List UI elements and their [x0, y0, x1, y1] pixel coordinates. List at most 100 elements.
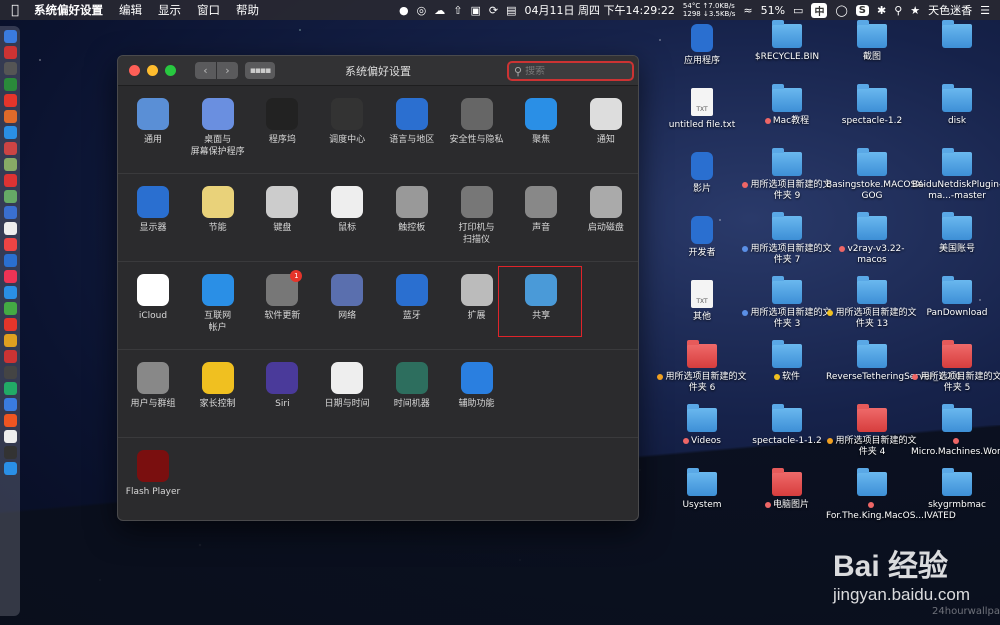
pref-pane-printer[interactable]: 打印机与 扫描仪 — [445, 186, 509, 246]
dock-app-icon[interactable] — [3, 46, 17, 59]
dock-app-icon[interactable] — [3, 430, 17, 443]
desktop-icon[interactable]: spectacle-1.2 — [826, 84, 918, 127]
control-icon[interactable]: ◯ — [835, 4, 847, 17]
search-field[interactable]: ⚲ — [507, 61, 634, 81]
pref-pane-house-lock[interactable]: 安全性与隐私 — [445, 98, 509, 146]
pref-pane-speaker[interactable]: 声音 — [509, 186, 573, 234]
calendar-icon[interactable]: ▤ — [506, 4, 516, 17]
desktop-icon[interactable]: 美国账号 — [911, 212, 1000, 255]
menu-edit[interactable]: 编辑 — [111, 2, 150, 18]
dock-app-icon[interactable] — [3, 302, 17, 315]
apple-menu-icon[interactable]:  — [0, 3, 30, 18]
dock-app-icon[interactable] — [3, 222, 17, 235]
pref-pane-mouse[interactable]: 鼠标 — [315, 186, 379, 234]
desktop-icon[interactable]: 用所选项目新建的文件夹 4 — [826, 404, 918, 458]
dock-app-icon[interactable] — [3, 446, 17, 459]
desktop-icon[interactable]: spectacle-1-1.2 — [741, 404, 833, 447]
desktop-icon[interactable]: $RECYCLE.BIN — [741, 20, 833, 63]
dock-app-icon[interactable] — [3, 126, 17, 139]
spotlight-icon[interactable]: ⚲ — [894, 4, 902, 17]
desktop-icon[interactable]: 开发者 — [656, 216, 748, 259]
pref-pane-accessibility[interactable]: 辅助功能 — [445, 362, 509, 410]
dock-app-icon[interactable] — [3, 270, 17, 283]
pref-pane-bluetooth[interactable]: 蓝牙 — [380, 274, 444, 322]
pref-pane-at[interactable]: 互联网 帐户 — [186, 274, 250, 334]
desktop-icon[interactable]: 截图 — [826, 20, 918, 63]
battery-percent[interactable]: 51% — [761, 4, 785, 17]
desktop-icon[interactable]: PanDownload — [911, 276, 1000, 319]
pref-pane-siri[interactable]: Siri — [250, 362, 314, 410]
menu-app-name[interactable]: 系统偏好设置 — [30, 2, 111, 18]
pref-pane-disk[interactable]: 启动磁盘 — [574, 186, 638, 234]
dock-app-icon[interactable] — [3, 158, 17, 171]
dock-app-icon[interactable] — [3, 398, 17, 411]
dock-app-icon[interactable] — [3, 286, 17, 299]
close-button[interactable] — [129, 65, 140, 76]
pref-pane-flash[interactable]: Flash Player — [121, 450, 185, 498]
display-mirror-icon[interactable]: ▣ — [470, 4, 480, 17]
pref-pane-clock[interactable]: 日期与时间 — [315, 362, 379, 410]
desktop-icon[interactable]: 用所选项目新建的文件夹 13 — [826, 276, 918, 330]
pref-pane-flag[interactable]: 语言与地区 — [380, 98, 444, 146]
pref-pane-notification[interactable]: 通知 — [574, 98, 638, 146]
datetime[interactable]: 04月11日 周四 下午14:29:22 — [525, 2, 675, 18]
s-icon[interactable]: S — [855, 4, 869, 16]
desktop-icon[interactable]: For.The.King.MacOS...IVATED — [826, 468, 956, 522]
pref-pane-time-machine[interactable]: 时间机器 — [380, 362, 444, 410]
dock-app-icon[interactable] — [3, 462, 17, 475]
pref-pane-desktop[interactable]: 桌面与 屏幕保护程序 — [186, 98, 250, 158]
pref-pane-parental[interactable]: 家长控制 — [186, 362, 250, 410]
dock-app-icon[interactable] — [3, 206, 17, 219]
desktop-icon[interactable]: TXT untitled file.txt — [656, 88, 748, 131]
dock-app-icon[interactable] — [3, 110, 17, 123]
dock-app-icon[interactable] — [3, 350, 17, 363]
dock-app-icon[interactable] — [3, 190, 17, 203]
dock-app-icon[interactable] — [3, 78, 17, 91]
pref-pane-users[interactable]: 用户与群组 — [121, 362, 185, 410]
desktop-icon[interactable]: TXT 其他 — [656, 280, 748, 323]
pref-pane-gear[interactable]: 1 软件更新 — [250, 270, 314, 322]
pref-pane-icloud[interactable]: iCloud — [121, 274, 185, 322]
dock-app-icon[interactable] — [3, 94, 17, 107]
menu-window[interactable]: 窗口 — [189, 2, 228, 18]
desktop-icon[interactable]: 用所选项目新建的文件夹 9 — [741, 148, 833, 202]
desktop-icon[interactable]: 应用程序 — [656, 24, 748, 67]
forward-button[interactable]: › — [217, 62, 238, 79]
cloud-icon[interactable]: ☁ — [434, 4, 445, 17]
dock-app-icon[interactable] — [3, 334, 17, 347]
wifi-icon[interactable]: ≈ — [743, 4, 752, 17]
dock-app-icon[interactable] — [3, 62, 17, 75]
dock-app-icon[interactable] — [3, 318, 17, 331]
system-monitor[interactable]: 54°C ↑7.0KB/s 1298 ↓3.5KB/s — [683, 2, 735, 18]
pref-pane-keyboard[interactable]: 键盘 — [250, 186, 314, 234]
desktop-icon[interactable]: Basingstoke.MACOSX-GOG — [826, 148, 925, 202]
desktop-icon[interactable]: disk — [911, 84, 1000, 127]
desktop-icon[interactable]: 用所选项目新建的文件夹 6 — [656, 340, 748, 394]
desktop-icon[interactable]: Videos — [656, 404, 748, 447]
desktop-icon[interactable]: 用所选项目新建的文件夹 7 — [741, 212, 833, 266]
search-input[interactable] — [525, 65, 626, 77]
desktop-icon[interactable]: skygrmbmac — [911, 468, 1000, 511]
compass-icon[interactable]: ◎ — [417, 4, 427, 17]
desktop-icon[interactable]: BaiduNetdiskPlugin-ma...-master — [911, 148, 1000, 202]
star-icon[interactable]: ★ — [910, 4, 920, 17]
dock-app-icon[interactable] — [3, 366, 17, 379]
pref-pane-bulb[interactable]: 节能 — [186, 186, 250, 234]
dock-app-icon[interactable] — [3, 254, 17, 267]
dock-app-icon[interactable] — [3, 382, 17, 395]
show-all-button[interactable]: ▪▪▪▪ — [245, 62, 275, 79]
input-method[interactable]: 中 — [811, 2, 828, 18]
dock-app-icon[interactable] — [3, 142, 17, 155]
desktop-icon[interactable]: Usystem — [656, 468, 748, 511]
back-button[interactable]: ‹ — [195, 62, 216, 79]
upload-icon[interactable]: ⇧ — [453, 4, 462, 17]
list-icon[interactable]: ☰ — [980, 4, 990, 17]
pref-pane-trackpad[interactable]: 触控板 — [380, 186, 444, 234]
menu-view[interactable]: 显示 — [150, 2, 189, 18]
user-name[interactable]: 天色迷香 — [928, 2, 972, 18]
battery-icon[interactable]: ▭ — [793, 4, 803, 17]
desktop-icon[interactable]: v2ray-v3.22-macos — [826, 212, 918, 266]
desktop-icon[interactable]: 用所选项目新建的文件夹 3 — [741, 276, 833, 330]
desktop-icon[interactable]: 电脑图片 — [741, 468, 833, 511]
sync-icon[interactable]: ⟳ — [489, 4, 498, 17]
